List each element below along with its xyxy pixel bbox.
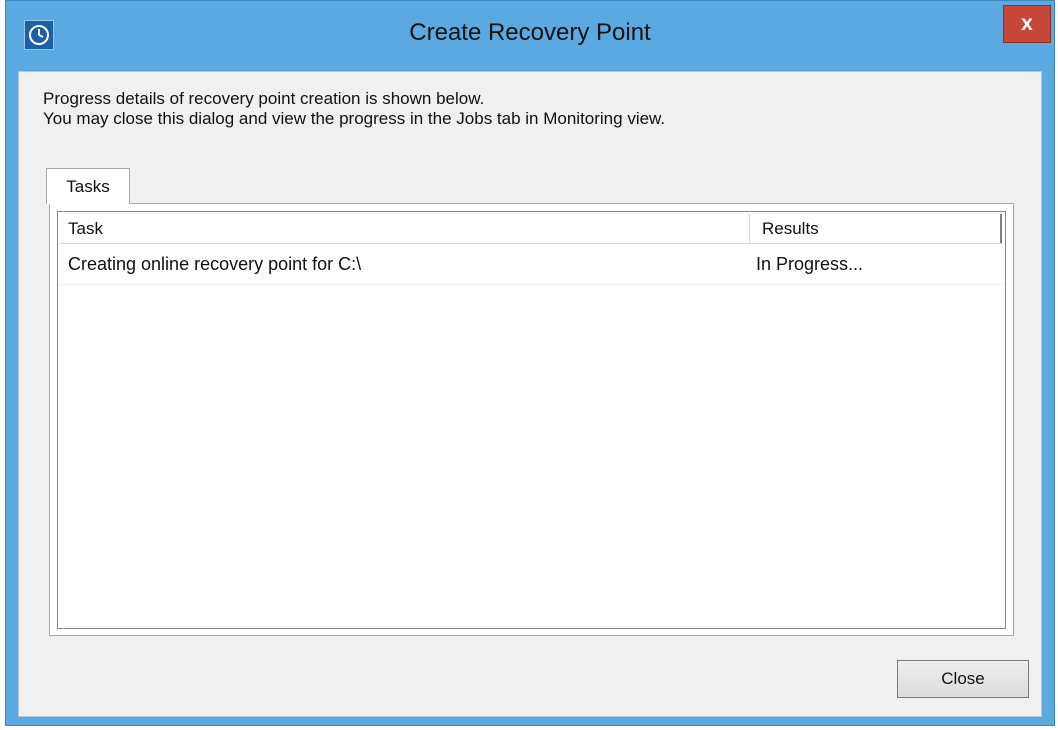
result-cell: In Progress... [756, 254, 864, 274]
tasks-table[interactable]: Task Results Creating online recovery po… [57, 211, 1006, 629]
table-header: Task Results [60, 214, 1003, 244]
task-cell: Creating online recovery point for C:\ [68, 254, 362, 274]
title-bar: Create Recovery Point x [6, 1, 1054, 71]
description: Progress details of recovery point creat… [43, 89, 665, 129]
close-icon: x [1021, 12, 1033, 35]
description-line-2: You may close this dialog and view the p… [43, 109, 666, 128]
create-recovery-point-dialog: Create Recovery Point x Progress details… [5, 0, 1055, 726]
dialog-body: Progress details of recovery point creat… [18, 71, 1042, 717]
window-title: Create Recovery Point [409, 19, 651, 46]
close-window-button[interactable]: x [1003, 5, 1051, 43]
column-header-results[interactable]: Results [750, 214, 1002, 243]
tasks-tab-panel: Task Results Creating online recovery po… [49, 203, 1014, 636]
close-button[interactable]: Close [897, 660, 1029, 698]
table-row[interactable]: Creating online recovery point for C:\ I… [60, 245, 1003, 285]
tab-tasks[interactable]: Tasks [46, 168, 130, 204]
description-line-1: Progress details of recovery point creat… [43, 89, 485, 108]
column-header-task[interactable]: Task [60, 214, 750, 243]
